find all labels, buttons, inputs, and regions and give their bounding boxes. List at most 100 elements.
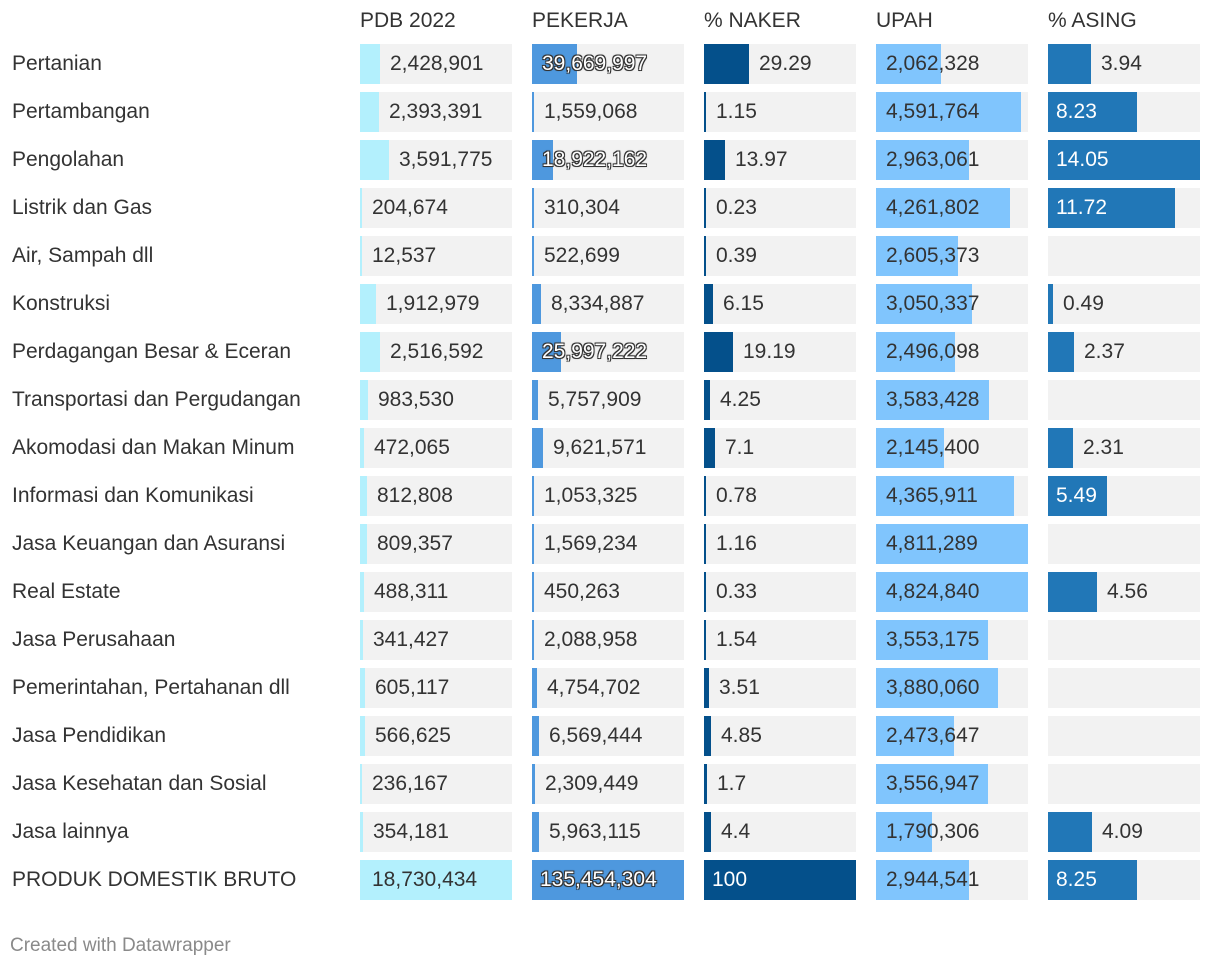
value-pekerja: 2,309,449 (545, 772, 639, 795)
row-label: Jasa Kesehatan dan Sosial (12, 772, 267, 795)
value-naker: 0.39 (716, 244, 757, 267)
cell-pekerja: 1,569,234 (532, 524, 684, 564)
value-upah: 4,261,802 (886, 196, 980, 219)
bar-naker (704, 620, 706, 660)
cell-upah: 2,473,647 (876, 716, 1028, 756)
cell-pekerja: 522,699 (532, 236, 684, 276)
bar-pdb (360, 140, 389, 180)
cell-pekerja: 450,263 (532, 572, 684, 612)
value-upah: 3,050,337 (886, 292, 980, 315)
value-naker: 0.78 (716, 484, 757, 507)
cell-asing (1048, 716, 1200, 756)
bar-pdb (360, 188, 362, 228)
bar-pekerja (532, 716, 539, 756)
cell-pekerja: 4,754,702 (532, 668, 684, 708)
cell-naker: 1.16 (704, 524, 856, 564)
bar-asing (1048, 428, 1073, 468)
cell-pdb: 204,674 (360, 188, 512, 228)
value-pekerja: 5,963,115 (549, 820, 641, 843)
value-asing: 4.56 (1107, 580, 1148, 603)
value-asing: 5.49 (1056, 484, 1097, 507)
value-upah: 2,062,328 (886, 52, 980, 75)
value-upah: 3,583,428 (886, 388, 980, 411)
bar-pdb (360, 332, 380, 372)
value-pdb: 2,393,391 (389, 100, 483, 123)
cell-pekerja: 1,559,068 (532, 92, 684, 132)
row-label: Pemerintahan, Pertahanan dll (12, 676, 290, 699)
bar-naker (704, 92, 706, 132)
cell-naker: 1.15 (704, 92, 856, 132)
value-pdb: 3,591,775 (399, 148, 493, 171)
bar-pdb (360, 812, 363, 852)
value-pekerja: 8,334,887 (551, 292, 645, 315)
value-pdb: 566,625 (375, 724, 451, 747)
value-asing: 11.72 (1056, 196, 1107, 219)
value-naker: 1.54 (716, 628, 757, 651)
value-pekerja: 5,757,909 (548, 388, 642, 411)
row-label: Jasa Keuangan dan Asuransi (12, 532, 286, 555)
value-asing: 4.09 (1102, 820, 1143, 843)
value-naker: 1.15 (716, 100, 757, 123)
bar-pdb (360, 428, 364, 468)
value-asing: 3.94 (1101, 52, 1142, 75)
value-naker: 4.25 (720, 388, 761, 411)
bar-pekerja (532, 764, 535, 804)
bar-asing (1048, 284, 1053, 324)
value-upah: 4,824,840 (886, 580, 980, 603)
value-pekerja: 310,304 (544, 196, 620, 219)
datawrapper-credit[interactable]: Created with Datawrapper (10, 935, 231, 957)
bar-pekerja (532, 284, 541, 324)
bar-pdb (360, 44, 380, 84)
cell-naker: 0.78 (704, 476, 856, 516)
cell-upah: 1,790,306 (876, 812, 1028, 852)
cell-asing (1048, 524, 1200, 564)
value-naker: 100 (712, 868, 748, 891)
value-upah: 4,591,764 (886, 100, 980, 123)
cell-naker: 0.39 (704, 236, 856, 276)
value-pdb: 812,808 (377, 484, 453, 507)
value-asing: 8.25 (1056, 868, 1097, 891)
value-naker: 4.85 (721, 724, 762, 747)
bar-naker (704, 764, 707, 804)
cell-naker: 3.51 (704, 668, 856, 708)
bar-pdb (360, 572, 364, 612)
cell-asing: 11.72 (1048, 188, 1200, 228)
cell-asing: 4.09 (1048, 812, 1200, 852)
cell-naker: 0.23 (704, 188, 856, 228)
row-label: Pertanian (12, 52, 102, 75)
cell-naker: 100 (704, 860, 856, 900)
bar-pdb (360, 764, 362, 804)
cell-pdb: 236,167 (360, 764, 512, 804)
cell-upah: 3,583,428 (876, 380, 1028, 420)
cell-naker: 0.33 (704, 572, 856, 612)
cell-naker: 7.1 (704, 428, 856, 468)
cell-naker: 29.29 (704, 44, 856, 84)
bar-pekerja (532, 572, 534, 612)
bar-pdb (360, 476, 367, 516)
value-naker: 6.15 (723, 292, 764, 315)
cell-naker: 4.25 (704, 380, 856, 420)
column-header-asing: % ASING (1048, 9, 1137, 32)
cell-pekerja: 5,757,909 (532, 380, 684, 420)
bar-pdb (360, 524, 367, 564)
bar-naker (704, 428, 715, 468)
column-header-upah: UPAH (876, 9, 933, 32)
column-header-naker: % NAKER (704, 9, 801, 32)
value-pdb: 18,730,434 (372, 868, 478, 891)
value-pdb: 2,428,901 (390, 52, 484, 75)
value-upah: 2,496,098 (886, 340, 980, 363)
cell-pekerja: 9,621,571 (532, 428, 684, 468)
value-upah: 3,553,175 (886, 628, 980, 651)
cell-pekerja: 2,088,958 (532, 620, 684, 660)
value-pdb: 341,427 (373, 628, 449, 651)
row-label: Pengolahan (12, 148, 125, 171)
cell-asing (1048, 380, 1200, 420)
cell-pekerja: 8,334,887 (532, 284, 684, 324)
bar-pdb (360, 236, 362, 276)
cell-upah: 2,605,373 (876, 236, 1028, 276)
value-naker: 13.97 (735, 148, 788, 171)
value-asing: 2.37 (1084, 340, 1125, 363)
cell-pdb: 472,065 (360, 428, 512, 468)
row-label: Real Estate (12, 580, 121, 603)
cell-pdb: 354,181 (360, 812, 512, 852)
